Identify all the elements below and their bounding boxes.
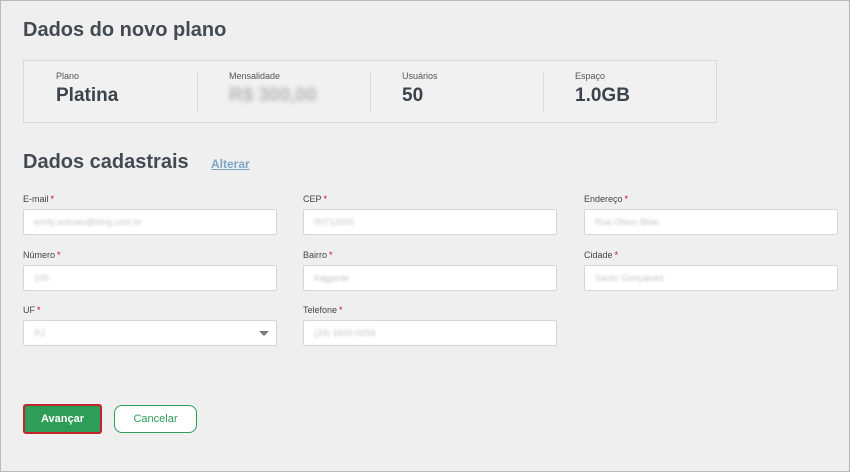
page-frame: Dados do novo plano Plano Platina Mensal… xyxy=(0,0,850,472)
chevron-down-icon[interactable] xyxy=(259,331,269,336)
numero-input[interactable]: 100 xyxy=(23,265,277,291)
cidade-field: Cidade * Santo Gonçalves xyxy=(584,250,838,291)
required-marker: * xyxy=(329,250,333,260)
cidade-value: Santo Gonçalves xyxy=(595,273,664,283)
required-marker: * xyxy=(57,250,61,260)
cep-label: CEP xyxy=(303,194,322,204)
usuarios-label: Usuários xyxy=(402,71,438,81)
avancar-button[interactable]: Avançar xyxy=(23,404,102,434)
bairro-value: Irajgante xyxy=(314,273,350,283)
telefone-input[interactable]: (24) 3449-0294 xyxy=(303,320,557,346)
espaco-value: 1.0GB xyxy=(575,85,630,106)
endereco-label: Endereço xyxy=(584,194,623,204)
required-marker: * xyxy=(624,194,629,204)
cep-input[interactable]: 00712000 xyxy=(303,209,557,235)
email-label: E-mail xyxy=(23,194,49,204)
uf-select[interactable]: RJ xyxy=(23,320,277,346)
espaco-label: Espaço xyxy=(575,71,606,81)
required-marker: * xyxy=(50,194,55,204)
email-input[interactable]: emily.solman@bing.com.br xyxy=(23,209,277,235)
mensalidade-value: R$ 300,00 xyxy=(229,85,317,106)
cancelar-button[interactable]: Cancelar xyxy=(114,405,197,433)
telefone-value: (24) 3449-0294 xyxy=(314,328,376,338)
plan-summary-box: Plano Platina Mensalidade R$ 300,00 Usuá… xyxy=(23,60,717,123)
required-marker: * xyxy=(339,305,343,315)
numero-field: Número * 100 xyxy=(23,250,277,291)
cidade-input[interactable]: Santo Gonçalves xyxy=(584,265,838,291)
telefone-label: Telefone xyxy=(303,305,338,315)
cidade-label: Cidade xyxy=(584,250,613,260)
required-marker: * xyxy=(323,194,328,204)
cep-value: 00712000 xyxy=(314,217,355,227)
plan-section-title: Dados do novo plano xyxy=(23,19,227,41)
bairro-label: Bairro xyxy=(303,250,328,260)
plan-value: Platina xyxy=(56,85,119,106)
email-field: E-mail * emily.solman@bing.com.br xyxy=(23,194,277,235)
required-marker: * xyxy=(37,305,41,315)
alterar-link[interactable]: Alterar xyxy=(211,157,250,171)
usuarios-value: 50 xyxy=(402,85,424,106)
cep-field: CEP * 00712000 xyxy=(303,194,557,235)
register-section-title: Dados cadastrais xyxy=(23,151,189,173)
bairro-field: Bairro * Irajgante xyxy=(303,250,557,291)
email-value: emily.solman@bing.com.br xyxy=(34,217,143,227)
mensalidade-label: Mensalidade xyxy=(229,71,281,81)
numero-label: Número xyxy=(23,250,56,260)
plan-col-usuarios: Usuários 50 xyxy=(370,61,543,122)
endereco-field: Endereço * Rua Olavo Bilac xyxy=(584,194,838,235)
endereco-input[interactable]: Rua Olavo Bilac xyxy=(584,209,838,235)
bairro-input[interactable]: Irajgante xyxy=(303,265,557,291)
plan-col-mensalidade: Mensalidade R$ 300,00 xyxy=(197,61,370,122)
numero-value: 100 xyxy=(34,273,50,283)
plan-label: Plano xyxy=(56,71,80,81)
telefone-field: Telefone * (24) 3449-0294 xyxy=(303,305,557,346)
uf-field: UF * RJ xyxy=(23,305,277,346)
uf-value: RJ xyxy=(34,328,45,338)
plan-col-plano: Plano Platina xyxy=(24,61,197,122)
required-marker: * xyxy=(614,250,619,260)
plan-col-espaco: Espaço 1.0GB xyxy=(543,61,716,122)
endereco-value: Rua Olavo Bilac xyxy=(595,217,660,227)
uf-label: UF xyxy=(23,305,35,315)
